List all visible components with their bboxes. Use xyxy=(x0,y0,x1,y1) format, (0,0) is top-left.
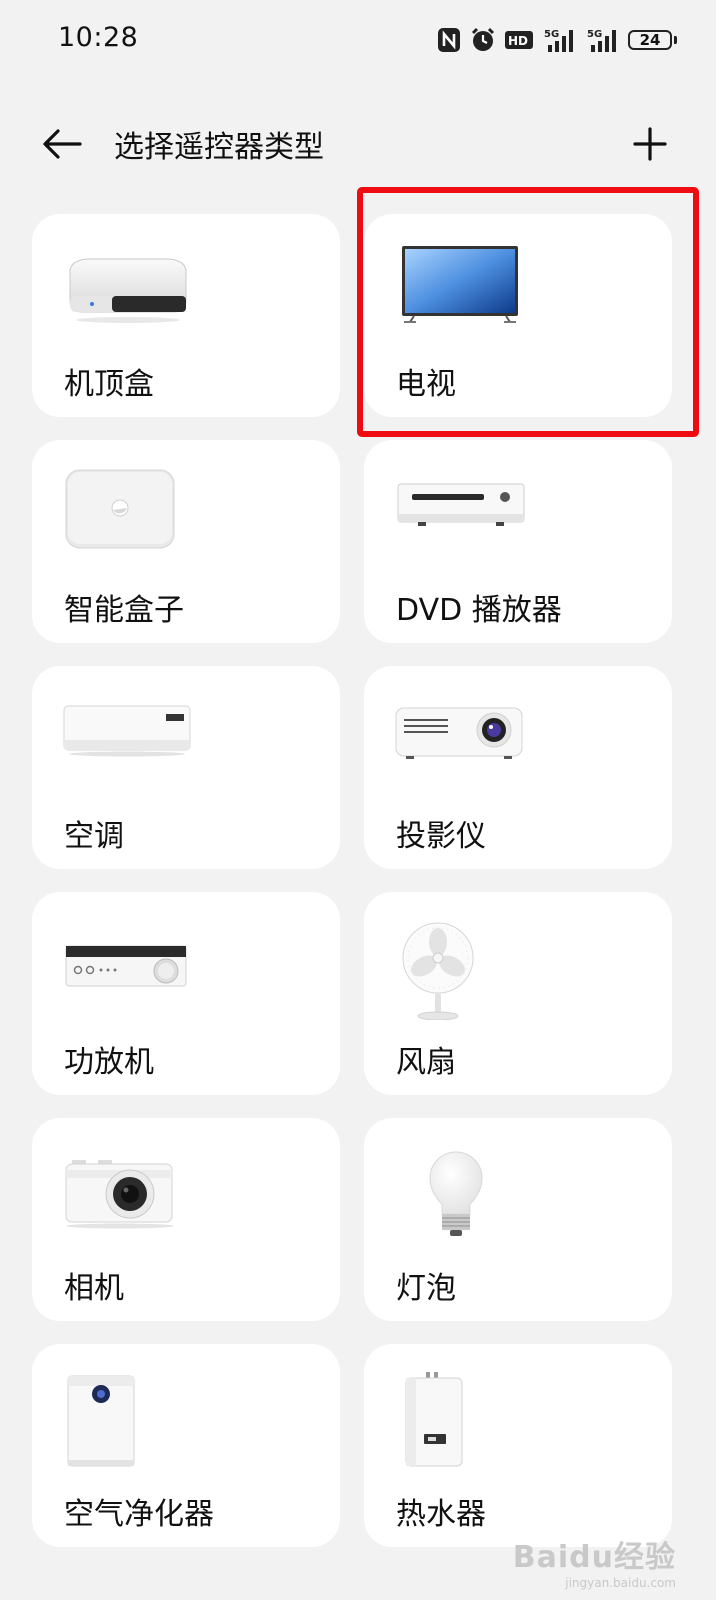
tv-icon xyxy=(402,246,518,323)
back-button[interactable] xyxy=(36,118,88,170)
smart-box-icon xyxy=(65,469,175,549)
device-label: 空调 xyxy=(64,819,124,854)
nfc-icon xyxy=(438,28,460,52)
fan-icon xyxy=(402,922,474,1020)
alarm-icon xyxy=(471,27,495,51)
battery-icon: 24 xyxy=(628,30,677,50)
signal-5g-icon: 5G xyxy=(544,29,573,52)
device-label: 相机 xyxy=(64,1271,124,1306)
device-card-light-bulb[interactable]: 灯泡 xyxy=(364,1118,672,1321)
signal-5g-icon: 5G xyxy=(587,29,616,52)
arrow-left-icon xyxy=(43,129,82,159)
device-card-air-purifier[interactable]: 空气净化器 xyxy=(32,1344,340,1547)
device-card-camera[interactable]: 相机 xyxy=(32,1118,340,1321)
air-conditioner-icon xyxy=(63,705,191,757)
device-label: 智能盒子 xyxy=(64,593,184,628)
set-top-box-icon xyxy=(69,258,187,323)
device-label: 空气净化器 xyxy=(64,1497,214,1532)
device-card-projector[interactable]: 投影仪 xyxy=(364,666,672,869)
device-card-water-heater[interactable]: 热水器 xyxy=(364,1344,672,1547)
device-card-fan[interactable]: 风扇 xyxy=(364,892,672,1095)
light-bulb-icon xyxy=(429,1151,483,1236)
water-heater-icon xyxy=(405,1372,463,1467)
hd-icon: HD xyxy=(505,31,533,49)
device-card-smart-box[interactable]: 智能盒子 xyxy=(32,440,340,643)
device-card-set-top-box[interactable]: 机顶盒 xyxy=(32,214,340,417)
add-button[interactable] xyxy=(624,118,676,170)
device-label: DVD 播放器 xyxy=(396,593,562,628)
device-label: 风扇 xyxy=(396,1045,456,1080)
device-label: 电视 xyxy=(396,367,456,402)
device-label: 投影仪 xyxy=(396,819,486,854)
device-card-tv[interactable]: 电视 xyxy=(364,214,672,417)
watermark-main: Baidu经验 xyxy=(512,1540,676,1575)
device-label: 功放机 xyxy=(64,1045,154,1080)
device-card-amplifier[interactable]: 功放机 xyxy=(32,892,340,1095)
status-icons: HD 5G 5G 24 xyxy=(437,24,677,56)
camera-icon xyxy=(65,1160,174,1229)
device-label: 机顶盒 xyxy=(64,367,154,402)
dvd-player-icon xyxy=(397,483,525,526)
amplifier-icon xyxy=(65,945,187,987)
page-title: 选择遥控器类型 xyxy=(114,130,324,165)
projector-icon xyxy=(395,707,523,759)
battery-level: 24 xyxy=(639,31,661,49)
device-label: 热水器 xyxy=(396,1497,486,1532)
plus-icon xyxy=(633,127,667,161)
app-header: 选择遥控器类型 xyxy=(0,100,716,186)
device-card-dvd-player[interactable]: DVD 播放器 xyxy=(364,440,672,643)
device-label: 灯泡 xyxy=(396,1271,456,1306)
watermark-sub: jingyan.baidu.com xyxy=(565,1576,676,1590)
svg-text:5G: 5G xyxy=(587,29,602,40)
svg-text:5G: 5G xyxy=(544,29,559,40)
status-time: 10:28 xyxy=(58,22,139,53)
baidu-watermark: Baidu经验 jingyan.baidu.com xyxy=(513,1532,676,1590)
device-card-air-conditioner[interactable]: 空调 xyxy=(32,666,340,869)
svg-text:HD: HD xyxy=(508,34,528,48)
status-bar: 10:28 HD 5G 5G 24 xyxy=(0,0,716,84)
air-purifier-icon xyxy=(67,1375,135,1467)
device-type-grid: 机顶盒 电视 智能盒子 DVD 播放器 空调 投影仪 功放机 风扇 相机 灯泡 … xyxy=(32,214,672,1547)
